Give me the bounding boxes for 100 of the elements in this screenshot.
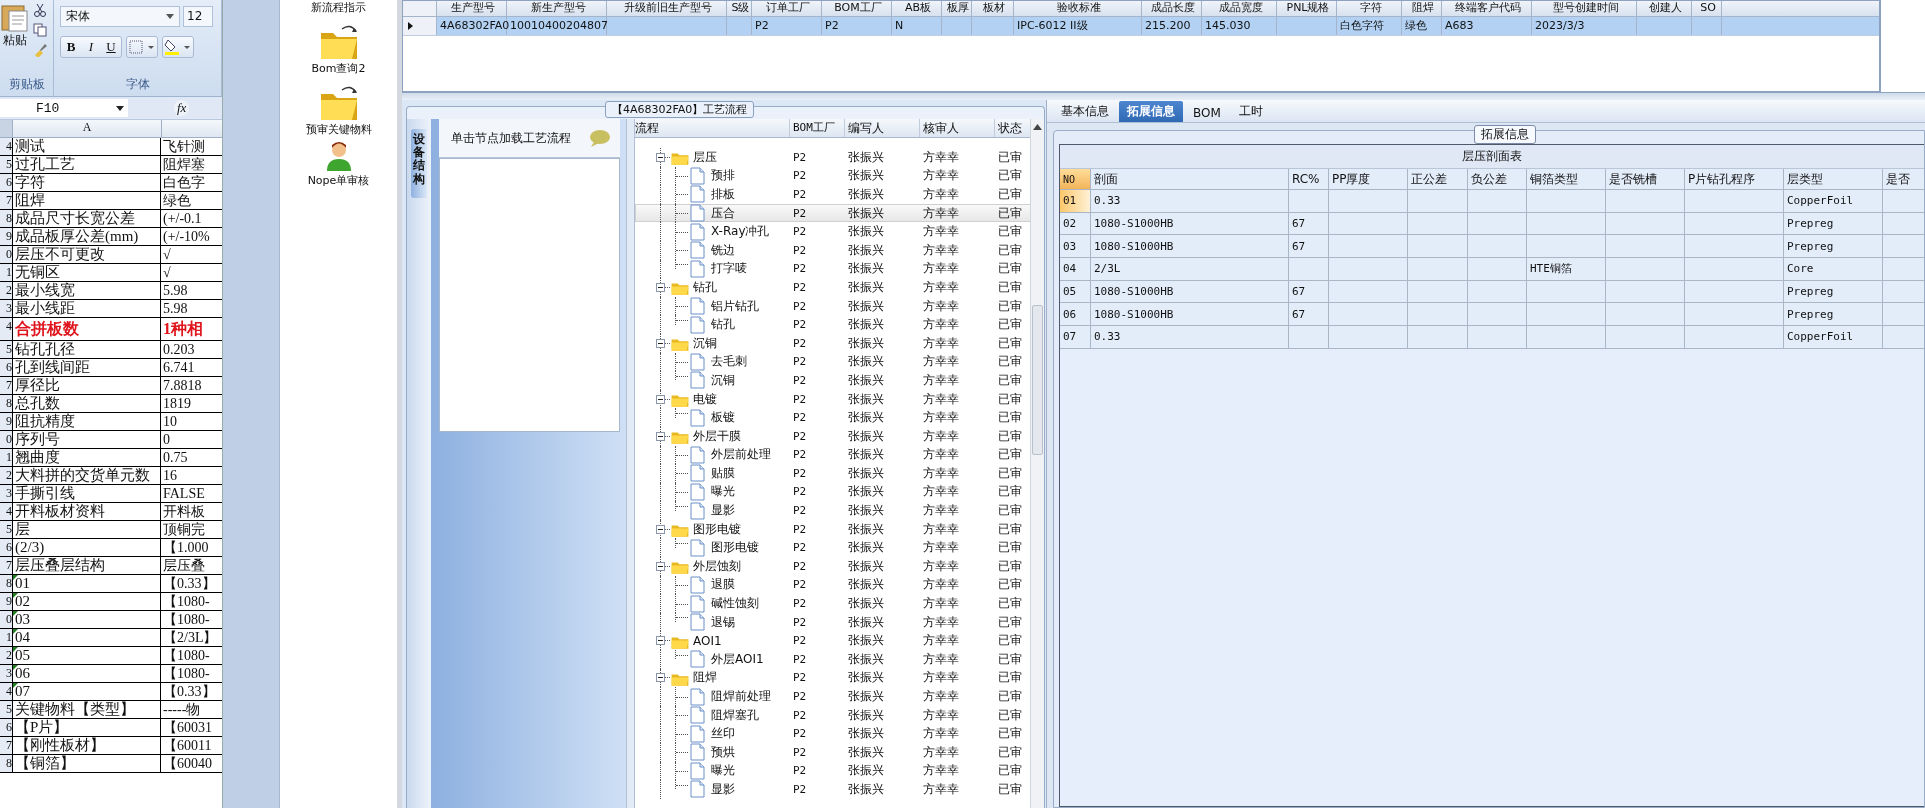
row-header[interactable]: 8 bbox=[0, 210, 12, 227]
tree-row[interactable]: 阻焊塞孔 P2 张振兴 方幸幸 已审 bbox=[635, 705, 1031, 725]
row-header[interactable]: 0 bbox=[0, 611, 12, 628]
row-header[interactable]: 3 bbox=[0, 300, 12, 317]
font-size-field[interactable]: 12 bbox=[183, 6, 213, 27]
tree-row[interactable]: 排板 P2 张振兴 方幸幸 已审 bbox=[635, 185, 1031, 204]
font-name-field[interactable]: 宋体 bbox=[60, 6, 180, 27]
column-header[interactable]: 成品长度 bbox=[1142, 1, 1202, 16]
column-header[interactable]: 是否铣槽 bbox=[1606, 169, 1685, 189]
row-header[interactable]: 07 bbox=[1060, 326, 1091, 348]
scrollbar[interactable] bbox=[1030, 119, 1044, 808]
row-header[interactable]: 9 bbox=[0, 413, 12, 430]
row-header[interactable]: 5 bbox=[0, 341, 12, 358]
tree-row[interactable]: 丝印 P2 张振兴 方幸幸 已审 bbox=[635, 724, 1031, 743]
row-header[interactable]: 6 bbox=[0, 174, 12, 191]
underline-button[interactable]: U bbox=[101, 37, 121, 56]
column-header[interactable]: 成品宽度 bbox=[1202, 1, 1277, 16]
row-header[interactable]: 5 bbox=[0, 156, 12, 173]
grid-row[interactable]: 4A68302FA010010400204807 P2 P2 N IPC-6012 II级 215.200 145.030 白色字符 绿色 A683 2023/3/3 bbox=[403, 17, 1879, 36]
row-header[interactable]: 2 bbox=[0, 282, 12, 299]
column-header[interactable]: 生产型号 bbox=[437, 1, 507, 16]
tree-row[interactable]: 外层前处理 P2 张振兴 方幸幸 已审 bbox=[635, 445, 1031, 465]
column-header[interactable]: 流程 bbox=[635, 119, 790, 137]
row-header[interactable]: 04 bbox=[1060, 258, 1091, 280]
fill-color-icon[interactable] bbox=[162, 36, 194, 58]
column-header[interactable]: PNL规格 bbox=[1277, 1, 1337, 16]
side-tab[interactable]: 设备结构 bbox=[411, 129, 427, 198]
tree-row[interactable]: 外层蚀刻 P2 张振兴 方幸幸 已审 bbox=[635, 557, 1031, 576]
italic-button[interactable]: I bbox=[81, 37, 101, 56]
column-header[interactable]: 正公差 bbox=[1408, 169, 1468, 189]
tab[interactable]: BOM bbox=[1185, 104, 1229, 122]
row-header[interactable]: 2 bbox=[0, 647, 12, 664]
row-header[interactable]: 02 bbox=[1060, 212, 1091, 235]
column-header[interactable]: S级 bbox=[727, 1, 752, 16]
tree-row[interactable]: 阻焊前处理 P2 张振兴 方幸幸 已审 bbox=[635, 687, 1031, 706]
tree-row[interactable]: 预排 P2 张振兴 方幸幸 已审 bbox=[635, 166, 1031, 186]
tree-row[interactable]: 外层干膜 P2 张振兴 方幸幸 已审 bbox=[635, 426, 1031, 446]
collapse-icon[interactable] bbox=[656, 338, 665, 348]
tree-row[interactable]: 沉铜 P2 张振兴 方幸幸 已审 bbox=[635, 333, 1031, 353]
tab[interactable]: 基本信息 bbox=[1053, 101, 1117, 122]
tree-row[interactable]: 钻孔 P2 张振兴 方幸幸 已审 bbox=[635, 315, 1031, 334]
tree-row[interactable]: 电镀 P2 张振兴 方幸幸 已审 bbox=[635, 389, 1031, 409]
tree-row[interactable]: 预烘 P2 张振兴 方幸幸 已审 bbox=[635, 743, 1031, 762]
tree-row[interactable]: 沉铜 P2 张振兴 方幸幸 已审 bbox=[635, 371, 1031, 390]
row-header[interactable]: 2 bbox=[0, 467, 12, 484]
copy-icon[interactable] bbox=[33, 23, 47, 37]
column-header[interactable]: 编写人 bbox=[845, 119, 920, 137]
row-header[interactable]: 06 bbox=[1060, 303, 1091, 326]
column-header[interactable]: 是否 bbox=[1883, 169, 1925, 189]
launcher-label[interactable]: Bom查询2 bbox=[311, 61, 366, 76]
tree-row[interactable]: 贴膜 P2 张振兴 方幸幸 已审 bbox=[635, 464, 1031, 483]
tree-row[interactable]: 退锡 P2 张振兴 方幸幸 已审 bbox=[635, 612, 1031, 632]
row-header[interactable]: 03 bbox=[1060, 235, 1091, 258]
collapse-icon[interactable] bbox=[656, 673, 665, 683]
tree-row[interactable]: 钻孔 P2 张振兴 方幸幸 已审 bbox=[635, 278, 1031, 297]
row-header[interactable]: 7 bbox=[0, 737, 12, 754]
column-header[interactable]: SO bbox=[1692, 1, 1722, 16]
tree-row[interactable]: 碱性蚀刻 P2 张振兴 方幸幸 已审 bbox=[635, 594, 1031, 613]
column-header[interactable]: 板材 bbox=[972, 1, 1014, 16]
row-header[interactable]: 6 bbox=[0, 719, 12, 736]
tab[interactable]: 拓展信息 bbox=[1119, 101, 1183, 122]
paste-button[interactable]: 粘贴 bbox=[0, 2, 30, 49]
tab[interactable]: 工时 bbox=[1230, 101, 1271, 122]
brush-icon[interactable] bbox=[33, 43, 47, 57]
row-header[interactable]: 7 bbox=[0, 192, 12, 209]
row-header[interactable]: 6 bbox=[0, 539, 12, 556]
row-header[interactable]: 1 bbox=[0, 264, 12, 281]
row-header[interactable]: 8 bbox=[0, 755, 12, 772]
row-header[interactable]: 01 bbox=[1060, 190, 1091, 212]
tree-row[interactable]: AOI1 P2 张振兴 方幸幸 已审 bbox=[635, 631, 1031, 651]
column-header[interactable]: 层类型 bbox=[1784, 169, 1883, 189]
collapse-icon[interactable] bbox=[656, 636, 665, 646]
splitter-handle[interactable] bbox=[626, 119, 635, 808]
row-header[interactable]: 7 bbox=[0, 557, 12, 574]
column-header[interactable]: RC% bbox=[1289, 169, 1329, 189]
column-header[interactable]: 字符 bbox=[1337, 1, 1402, 16]
row-header[interactable]: 1 bbox=[0, 449, 12, 466]
row-header[interactable]: 6 bbox=[0, 359, 12, 376]
row-header[interactable]: 0 bbox=[0, 431, 12, 448]
launcher-label[interactable]: Nope单审核 bbox=[307, 173, 370, 188]
row-header[interactable]: 3 bbox=[0, 665, 12, 682]
column-header[interactable]: 创建人 bbox=[1637, 1, 1692, 16]
row-header[interactable] bbox=[403, 17, 437, 35]
collapse-icon[interactable] bbox=[656, 152, 665, 162]
row-header[interactable]: 5 bbox=[0, 701, 12, 718]
row-header[interactable]: 05 bbox=[1060, 280, 1091, 303]
tree-row[interactable]: X-Ray冲孔 P2 张振兴 方幸幸 已审 bbox=[635, 222, 1031, 241]
column-header[interactable]: AB板 bbox=[892, 1, 942, 16]
collapse-icon[interactable] bbox=[656, 524, 665, 534]
column-header[interactable]: 终端客户代码 bbox=[1442, 1, 1532, 16]
row-header[interactable]: 1 bbox=[0, 629, 12, 646]
column-header[interactable]: 新生产型号 bbox=[507, 1, 607, 16]
tree-row[interactable]: 压合 P2 张振兴 方幸幸 已审 bbox=[635, 203, 1031, 223]
tree-row[interactable]: 图形电镀 P2 张振兴 方幸幸 已审 bbox=[635, 538, 1031, 558]
tree-row[interactable]: 打字唛 P2 张振兴 方幸幸 已审 bbox=[635, 259, 1031, 279]
column-header[interactable]: BOM工厂 bbox=[790, 119, 845, 137]
row-header[interactable]: 0 bbox=[0, 246, 12, 263]
scroll-thumb[interactable] bbox=[1032, 305, 1043, 455]
row-header[interactable]: 5 bbox=[0, 521, 12, 538]
column-header[interactable]: 板厚 bbox=[942, 1, 972, 16]
